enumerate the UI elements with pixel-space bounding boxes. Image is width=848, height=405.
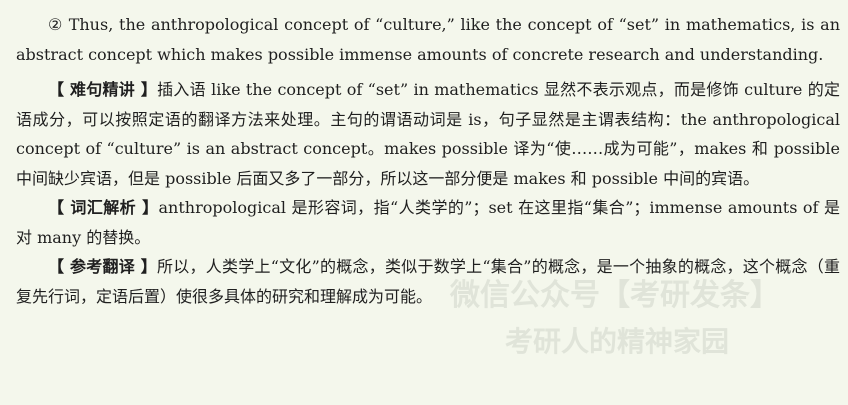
section-label-analysis: 【 难句精讲 】 <box>48 80 158 99</box>
vocabulary-analysis: 【 词汇解析 】anthropological 是形容词，指“人类学的”；set… <box>16 193 840 252</box>
difficult-sentence-analysis: 【 难句精讲 】插入语 like the concept of “set” in… <box>16 75 840 193</box>
reference-translation: 【 参考翻译 】所以，人类学上“文化”的概念，类似于数学上“集合”的概念，是一个… <box>16 252 840 311</box>
english-sentence: ② Thus, the anthropological concept of “… <box>16 15 840 64</box>
document-page: ② Thus, the anthropological concept of “… <box>0 0 848 405</box>
section-label-translation: 【 参考翻译 】 <box>48 257 158 276</box>
section-label-vocabulary: 【 词汇解析 】 <box>48 198 159 217</box>
